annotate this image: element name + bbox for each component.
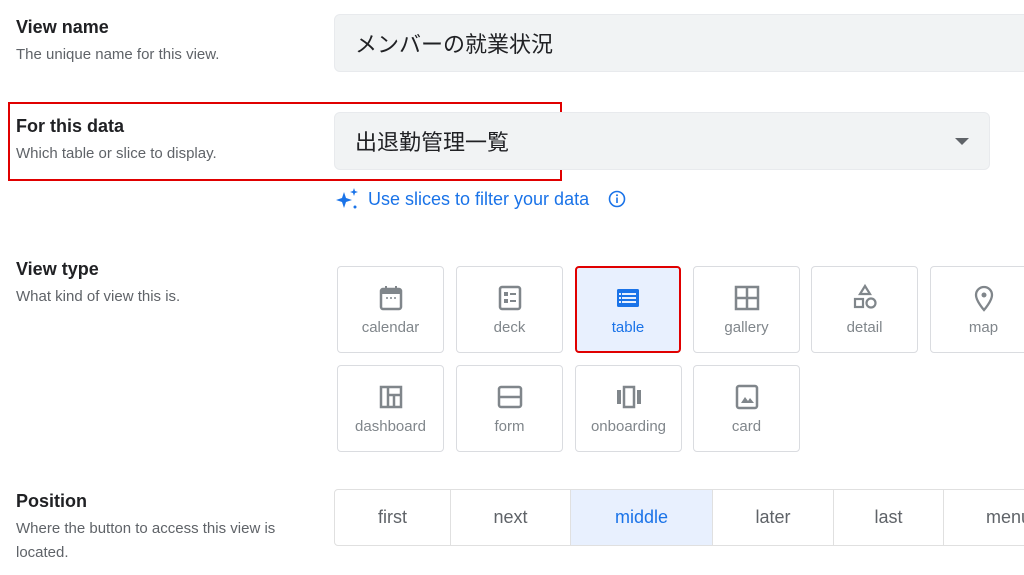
calendar-icon xyxy=(379,286,402,311)
onboarding-icon xyxy=(616,385,641,409)
tile-label: deck xyxy=(493,319,526,336)
view-type-description: What kind of view this is. xyxy=(16,288,181,305)
view-name-input[interactable]: メンバーの就業状況 xyxy=(334,14,1024,72)
for-this-data-label: For this data xyxy=(16,116,125,136)
position-description: Where the button to access this view is … xyxy=(16,520,276,561)
for-this-data-description: Which table or slice to display. xyxy=(16,145,217,162)
deck-icon xyxy=(498,285,521,311)
tile-label: onboarding xyxy=(590,418,667,435)
position-later[interactable]: later xyxy=(712,489,834,546)
position-middle[interactable]: middle xyxy=(570,489,713,546)
info-icon[interactable] xyxy=(607,189,627,209)
tile-label: card xyxy=(731,418,762,435)
data-source-value: 出退勤管理一覧 xyxy=(355,130,510,155)
position-first[interactable]: first xyxy=(334,489,451,546)
sparkle-icon xyxy=(336,188,358,209)
use-slices-link[interactable]: Use slices to filter your data xyxy=(368,189,589,210)
view-type-label: View type xyxy=(16,259,99,279)
view-type-dashboard[interactable]: dashboard xyxy=(337,365,444,452)
map-pin-icon xyxy=(974,285,993,312)
detail-icon xyxy=(853,283,877,309)
position-last[interactable]: last xyxy=(833,489,944,546)
view-type-onboarding[interactable]: onboarding xyxy=(575,365,682,452)
card-icon xyxy=(735,384,758,410)
tile-label: map xyxy=(968,319,999,336)
view-type-form[interactable]: form xyxy=(456,365,563,452)
tile-label: detail xyxy=(846,319,883,336)
view-type-card[interactable]: card xyxy=(693,365,800,452)
view-type-calendar[interactable]: calendar xyxy=(337,266,444,353)
position-label: Position xyxy=(16,491,87,511)
position-next[interactable]: next xyxy=(450,489,571,546)
data-source-dropdown[interactable]: 出退勤管理一覧 xyxy=(334,112,990,170)
view-type-gallery[interactable]: gallery xyxy=(693,266,800,353)
view-name-value: メンバーの就業状況 xyxy=(355,32,554,57)
view-type-detail[interactable]: detail xyxy=(811,266,918,353)
table-icon xyxy=(617,289,639,307)
view-type-map[interactable]: map xyxy=(930,266,1024,353)
slices-link-row: Use slices to filter your data xyxy=(334,186,627,212)
position-menu[interactable]: menu xyxy=(943,489,1024,546)
dropdown-arrow-icon xyxy=(955,138,969,145)
tile-label: table xyxy=(611,319,645,336)
view-type-deck[interactable]: deck xyxy=(456,266,563,353)
tile-label: gallery xyxy=(724,319,769,336)
dashboard-icon xyxy=(379,385,402,409)
tile-label: calendar xyxy=(361,319,420,336)
form-icon xyxy=(497,385,522,409)
view-type-table[interactable]: table xyxy=(575,266,681,353)
view-name-label: View name xyxy=(16,17,109,37)
view-name-description: The unique name for this view. xyxy=(16,46,220,63)
gallery-icon xyxy=(734,285,759,311)
tile-label: form xyxy=(494,418,525,435)
tile-label: dashboard xyxy=(355,418,426,435)
